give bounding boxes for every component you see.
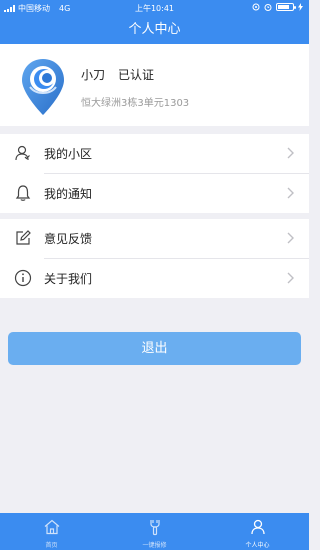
profile-card[interactable]: 小刀 已认证 恒大绿洲3栋3单元1303 (0, 44, 309, 126)
chevron-right-icon (287, 232, 294, 244)
battery-icon (276, 3, 296, 11)
status-bar: 中国移动 4G 上午10:41 (0, 0, 309, 16)
info-icon (14, 269, 32, 287)
charging-icon (298, 3, 303, 11)
avatar (22, 59, 64, 115)
logout-button[interactable]: 退出 (8, 332, 301, 365)
menu-item-my-community[interactable]: 我的小区 (0, 134, 309, 173)
menu-label: 我的小区 (44, 147, 93, 161)
page-title: 个人中心 (128, 22, 181, 37)
chevron-right-icon (287, 187, 294, 199)
tab-repair[interactable]: 一键报修 (103, 513, 206, 550)
tab-label: 一键报修 (142, 542, 167, 549)
menu-label: 意见反馈 (44, 232, 93, 246)
menu-item-about-us[interactable]: 关于我们 (0, 259, 309, 298)
nav-bar: 个人中心 (0, 16, 309, 44)
tab-home[interactable]: 首页 (0, 513, 103, 550)
repair-icon (150, 520, 160, 536)
menu-label: 关于我们 (44, 272, 93, 286)
menu-item-my-notifications[interactable]: 我的通知 (0, 174, 309, 213)
alarm-icon (264, 4, 272, 11)
tab-profile[interactable]: 个人中心 (206, 513, 309, 550)
menu-label: 我的通知 (44, 187, 93, 201)
menu-group-1: 我的小区 我的通知 (0, 134, 309, 213)
menu-item-feedback[interactable]: 意见反馈 (0, 219, 309, 258)
tab-label: 首页 (45, 542, 58, 549)
user-name: 小刀 (81, 68, 106, 82)
user-icon (15, 145, 30, 161)
tab-bar: 首页 一键报修 个人中心 (0, 513, 309, 550)
location-icon (252, 3, 260, 11)
home-icon (44, 519, 60, 535)
chevron-right-icon (287, 272, 294, 284)
user-address: 恒大绿洲3栋3单元1303 (81, 98, 190, 109)
person-icon (251, 519, 265, 535)
chevron-right-icon (287, 147, 294, 159)
menu-group-2: 意见反馈 关于我们 (0, 219, 309, 298)
edit-icon (16, 230, 31, 245)
bell-icon (15, 185, 31, 201)
tab-label: 个人中心 (245, 542, 270, 549)
verified-badge: 已认证 (118, 68, 155, 82)
